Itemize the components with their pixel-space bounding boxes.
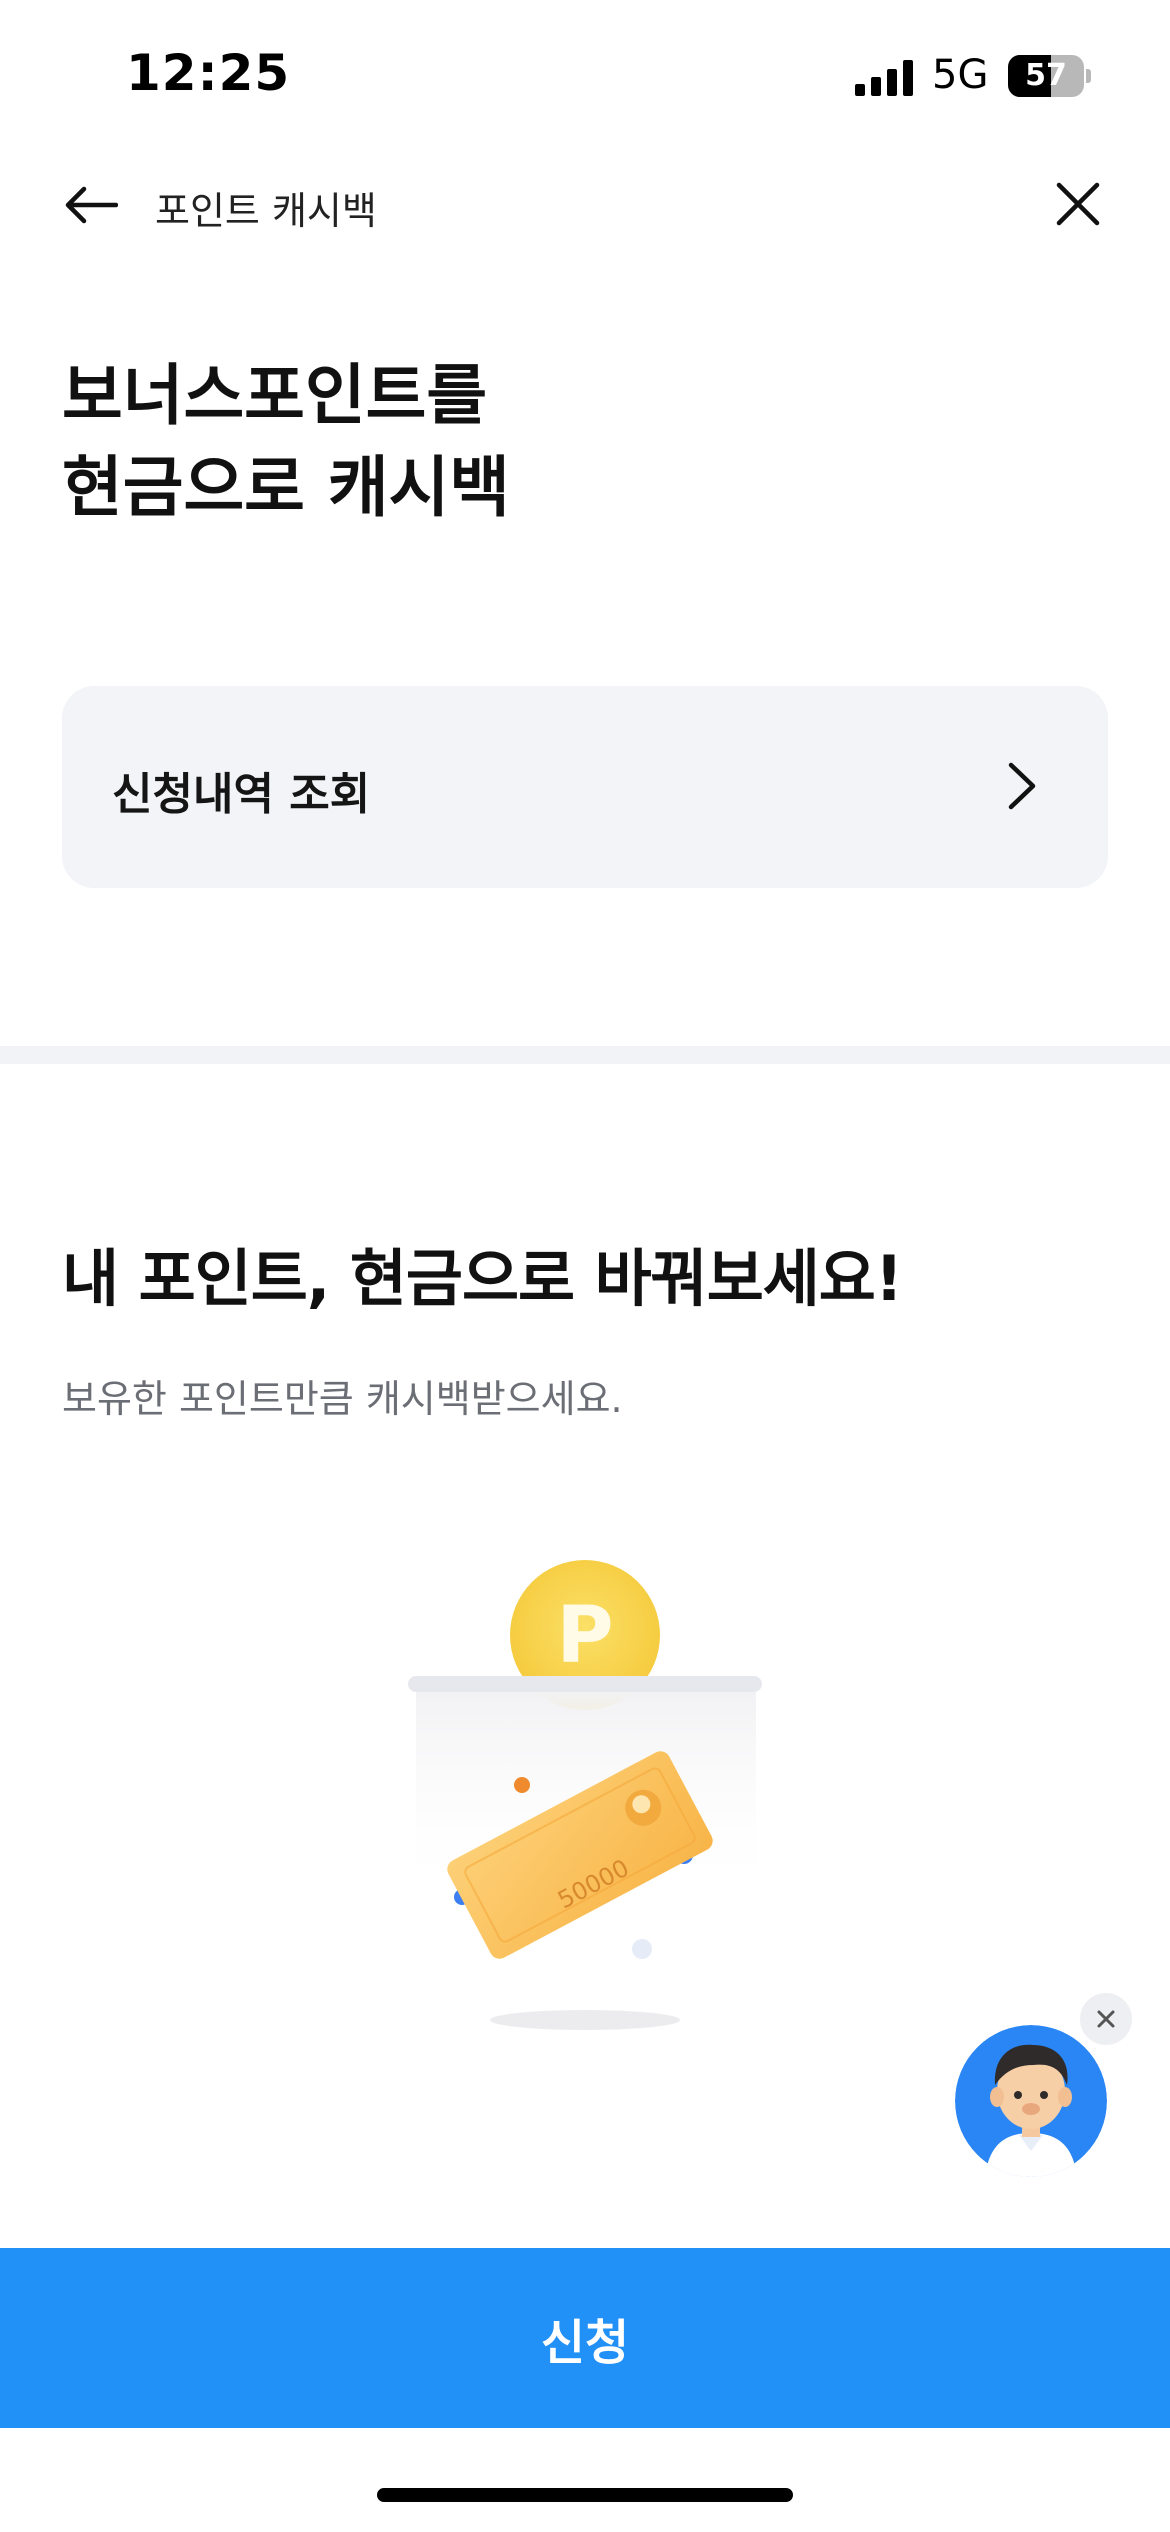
chevron-right-icon [1002, 756, 1042, 816]
chatbot-avatar-button[interactable] [955, 2025, 1107, 2177]
page-title-line2: 현금으로 캐시백 [62, 449, 511, 526]
apply-button-label: 신청 [540, 2315, 630, 2371]
network-label: 5G [932, 52, 989, 98]
close-button[interactable] [1048, 174, 1108, 234]
battery-icon: 57 [1008, 55, 1091, 97]
arrow-left-icon [65, 186, 118, 224]
signal-icon [855, 60, 913, 96]
back-button[interactable] [56, 180, 126, 230]
nav-title: 포인트 캐시백 [155, 189, 377, 233]
section-divider [0, 1046, 1170, 1064]
promo-title: 내 포인트, 현금으로 바꿔보세요! [62, 1242, 903, 1315]
close-icon [1097, 2010, 1115, 2028]
coin-letter: P [556, 1591, 613, 1681]
page-title-line1: 보너스포인트를 [62, 357, 488, 434]
battery-level: 57 [1025, 58, 1067, 93]
status-time: 12:25 [126, 44, 291, 102]
promo-subtitle: 보유한 포인트만큼 캐시백받으세요. [62, 1377, 623, 1421]
page-title: 보너스포인트를 현금으로 캐시백 [62, 350, 510, 534]
chatbot-close-button[interactable] [1080, 1993, 1132, 2045]
status-bar: 12:25 5G 57 [0, 0, 1170, 150]
apply-button[interactable]: 신청 [0, 2248, 1170, 2428]
chatbot-avatar-icon [955, 2025, 1107, 2177]
history-card[interactable]: 신청내역 조회 [62, 686, 1108, 888]
nav-bar: 포인트 캐시백 [0, 160, 1170, 250]
history-label: 신청내역 조회 [112, 769, 371, 820]
home-indicator [377, 2488, 793, 2502]
cashback-illustration: P 50000 [408, 1560, 762, 2030]
close-icon [1056, 182, 1100, 226]
